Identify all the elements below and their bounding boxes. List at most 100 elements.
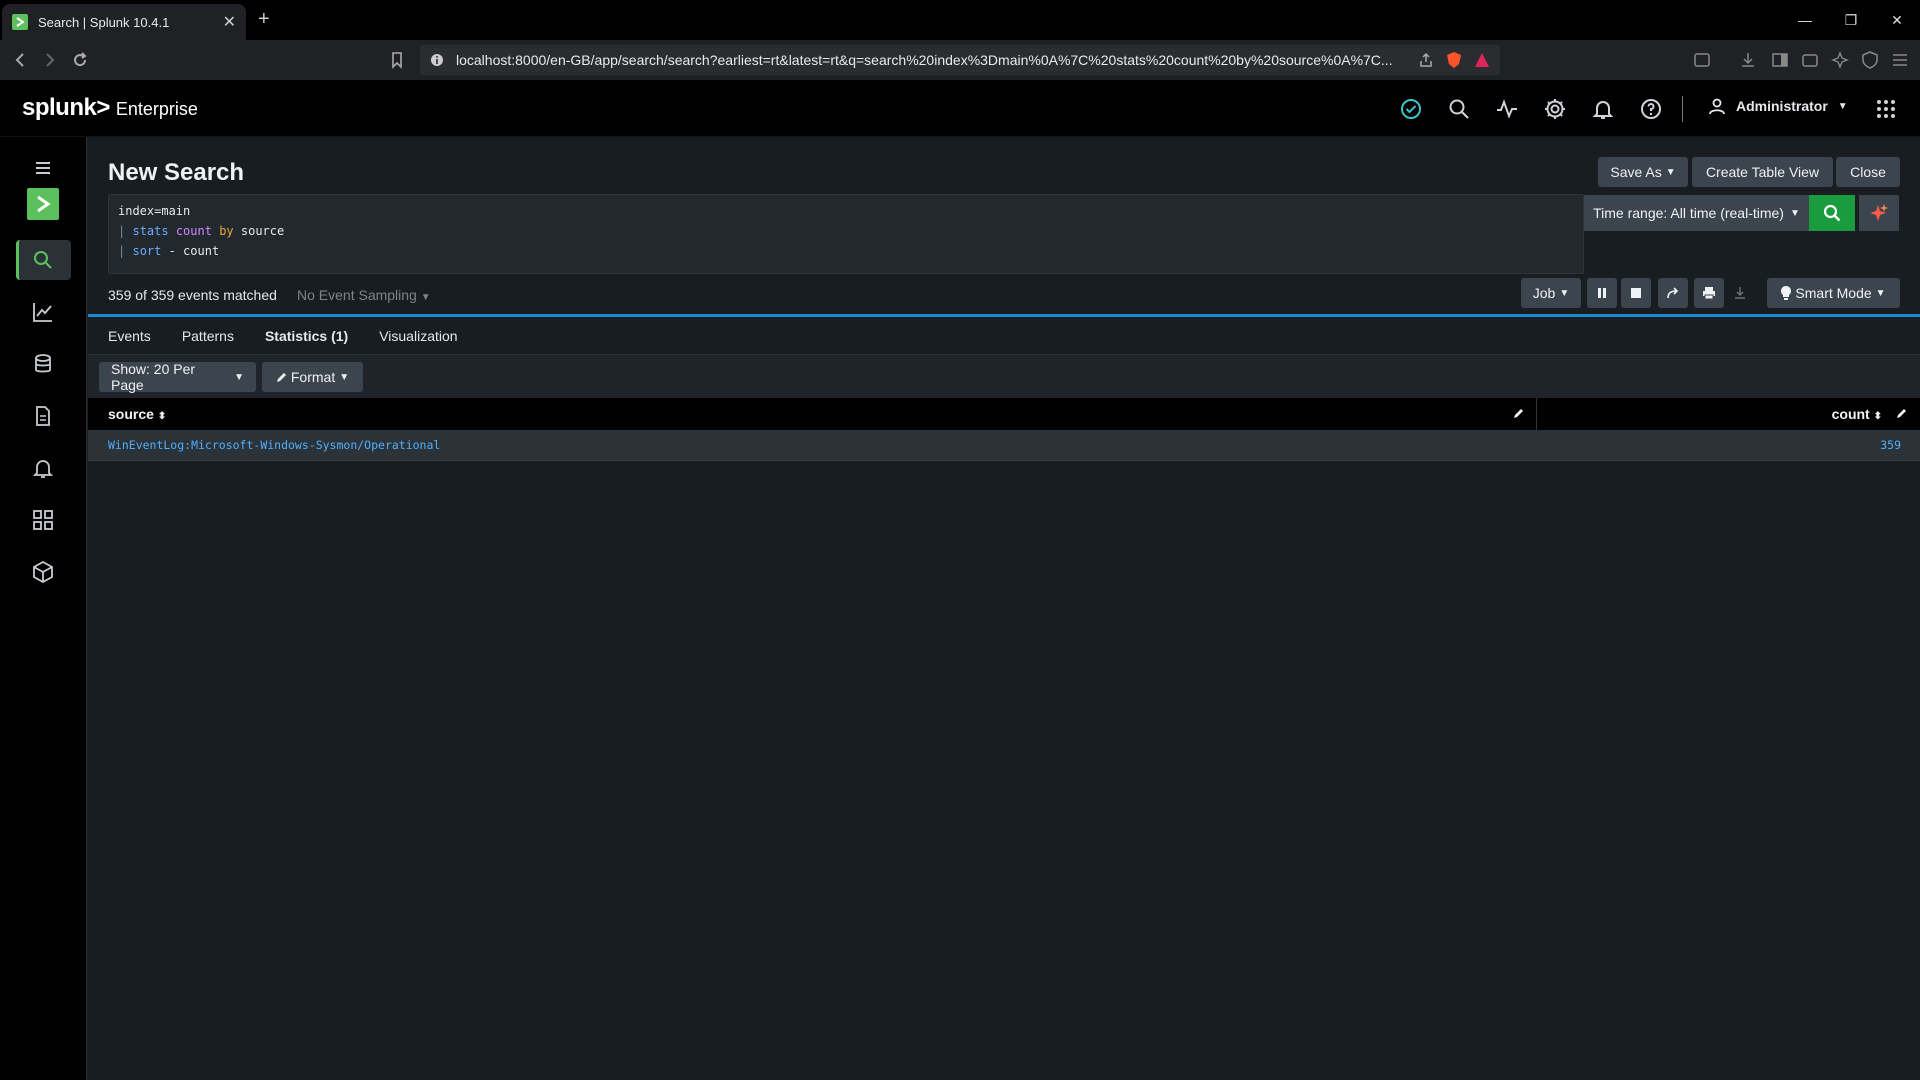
window-controls: — ❐ ✕	[1782, 0, 1920, 40]
product-name: Enterprise	[115, 99, 198, 119]
forward-icon[interactable]	[40, 50, 60, 70]
query-line-1: index=main	[118, 204, 191, 218]
splunk-brand: splunk>	[22, 94, 110, 121]
column-header-source-label: source	[108, 406, 154, 422]
results-tabs: Events Patterns Statistics (1) Visualiza…	[108, 327, 489, 357]
screenshot-icon[interactable]	[1692, 50, 1712, 70]
downloads-icon[interactable]	[1738, 50, 1758, 70]
notifications-bell-icon[interactable]	[1591, 97, 1615, 121]
back-icon[interactable]	[10, 50, 30, 70]
per-page-dropdown[interactable]: Show: 20 Per Page ▼	[99, 361, 256, 393]
ai-assistant-button[interactable]	[1859, 195, 1899, 231]
activity-icon[interactable]	[1495, 97, 1519, 121]
reload-icon[interactable]	[70, 50, 90, 70]
events-matched-count: 359 of 359 events matched	[108, 287, 277, 303]
column-header-source[interactable]: source ⬍	[108, 406, 166, 422]
search-app-logo[interactable]	[27, 188, 59, 220]
hamburger-menu-icon[interactable]	[31, 156, 55, 180]
query-line-2: | stats count by source	[118, 224, 285, 238]
share-button[interactable]	[1658, 278, 1688, 308]
time-range-picker[interactable]: Time range: All time (real-time) ▼	[1584, 195, 1809, 231]
results-divider	[88, 314, 1920, 317]
create-table-view-button[interactable]: Create Table View	[1692, 157, 1833, 187]
search-icon	[1823, 204, 1841, 222]
run-search-button[interactable]	[1809, 195, 1855, 231]
alerts-bell-icon[interactable]	[31, 456, 55, 480]
brave-rewards-icon[interactable]	[1474, 52, 1490, 68]
job-menu-button[interactable]: Job ▼	[1521, 278, 1581, 308]
browser-tab[interactable]: Search | Splunk 10.4.1 ✕	[2, 4, 246, 40]
chevron-down-icon: ▼	[1837, 100, 1848, 112]
chevron-down-icon: ▼	[420, 292, 431, 303]
chevron-down-icon: ▼	[1789, 207, 1800, 219]
cell-count-link[interactable]: 359	[1880, 438, 1901, 452]
bookmark-icon[interactable]	[387, 50, 407, 70]
pause-icon	[1598, 288, 1606, 298]
settings-gear-icon[interactable]	[1543, 97, 1567, 121]
save-as-button[interactable]: Save As ▼	[1598, 157, 1688, 187]
search-mode-button[interactable]: Smart Mode ▼	[1767, 278, 1900, 308]
datasets-database-icon[interactable]	[31, 352, 55, 376]
menu-icon[interactable]	[1890, 50, 1910, 70]
splunk-favicon-icon	[12, 14, 28, 30]
stop-button[interactable]	[1621, 278, 1651, 308]
share-icon[interactable]	[1418, 52, 1434, 68]
restore-icon[interactable]: ❐	[1828, 0, 1874, 40]
help-icon[interactable]	[1639, 97, 1663, 121]
sparkle-icon	[1870, 204, 1888, 221]
site-info-icon[interactable]	[430, 53, 444, 67]
reports-document-icon[interactable]	[31, 404, 55, 428]
format-label: Format	[290, 369, 336, 385]
print-icon	[1703, 287, 1715, 300]
save-as-label: Save As	[1610, 164, 1662, 180]
analytics-chart-icon[interactable]	[31, 300, 55, 324]
stop-icon	[1631, 288, 1641, 298]
chevron-down-icon: ▼	[339, 371, 350, 383]
tab-events[interactable]: Events	[108, 327, 162, 357]
cell-source-link[interactable]: WinEventLog:Microsoft-Windows-Sysmon/Ope…	[108, 438, 440, 452]
sidebar-toggle-icon[interactable]	[1770, 50, 1790, 70]
pencil-icon	[276, 372, 287, 383]
brave-shield-icon[interactable]	[1446, 51, 1462, 69]
splunk-header: splunk> Enterprise Administrator ▼	[0, 80, 1920, 137]
wallet-icon[interactable]	[1800, 50, 1820, 70]
close-tab-icon[interactable]: ✕	[223, 12, 236, 32]
health-check-icon[interactable]	[1399, 97, 1423, 121]
apps-grid-icon[interactable]	[1874, 97, 1898, 121]
edit-column-icon[interactable]	[1896, 408, 1907, 419]
tab-patterns[interactable]: Patterns	[182, 327, 245, 357]
close-button[interactable]: Close	[1836, 157, 1900, 187]
pause-button[interactable]	[1587, 278, 1617, 308]
browser-tabstrip: Search | Splunk 10.4.1 ✕ + — ❐ ✕	[0, 0, 1920, 40]
job-label: Job	[1532, 285, 1556, 301]
search-mode-label: Smart Mode	[1795, 285, 1872, 301]
sort-icon: ⬍	[1873, 411, 1882, 422]
tab-statistics[interactable]: Statistics (1)	[264, 327, 360, 357]
sort-icon: ⬍	[157, 411, 167, 422]
search-nav-icon	[31, 248, 55, 272]
dashboards-icon[interactable]	[31, 508, 55, 532]
export-download-icon[interactable]	[1733, 286, 1747, 300]
per-page-label: Show: 20 Per Page	[111, 361, 196, 393]
edit-column-icon[interactable]	[1513, 408, 1524, 419]
apps-cube-icon[interactable]	[31, 560, 55, 584]
print-button[interactable]	[1694, 278, 1724, 308]
format-dropdown[interactable]: Format ▼	[262, 362, 363, 392]
minimize-icon[interactable]: —	[1782, 0, 1828, 40]
new-tab-button[interactable]: +	[258, 8, 270, 31]
url-text: localhost:8000/en-GB/app/search/search?e…	[456, 52, 1393, 68]
address-bar[interactable]: localhost:8000/en-GB/app/search/search?e…	[420, 45, 1500, 75]
splunk-logo[interactable]: splunk> Enterprise	[22, 94, 198, 122]
column-header-count[interactable]: count ⬍	[1832, 406, 1882, 422]
search-icon[interactable]	[1447, 97, 1471, 121]
tab-visualization[interactable]: Visualization	[379, 327, 468, 357]
user-menu[interactable]: Administrator ▼	[1708, 97, 1848, 115]
event-sampling-dropdown[interactable]: No Event Sampling ▼	[297, 287, 431, 303]
browser-tab-title: Search | Splunk 10.4.1	[38, 14, 170, 30]
search-query-editor[interactable]: index=main | stats count by source | sor…	[108, 194, 1584, 274]
close-window-icon[interactable]: ✕	[1874, 0, 1920, 40]
leo-ai-icon[interactable]	[1830, 50, 1850, 70]
chevron-down-icon: ▼	[1665, 166, 1676, 178]
vpn-icon[interactable]	[1860, 50, 1880, 70]
chevron-down-icon: ▼	[234, 371, 244, 383]
